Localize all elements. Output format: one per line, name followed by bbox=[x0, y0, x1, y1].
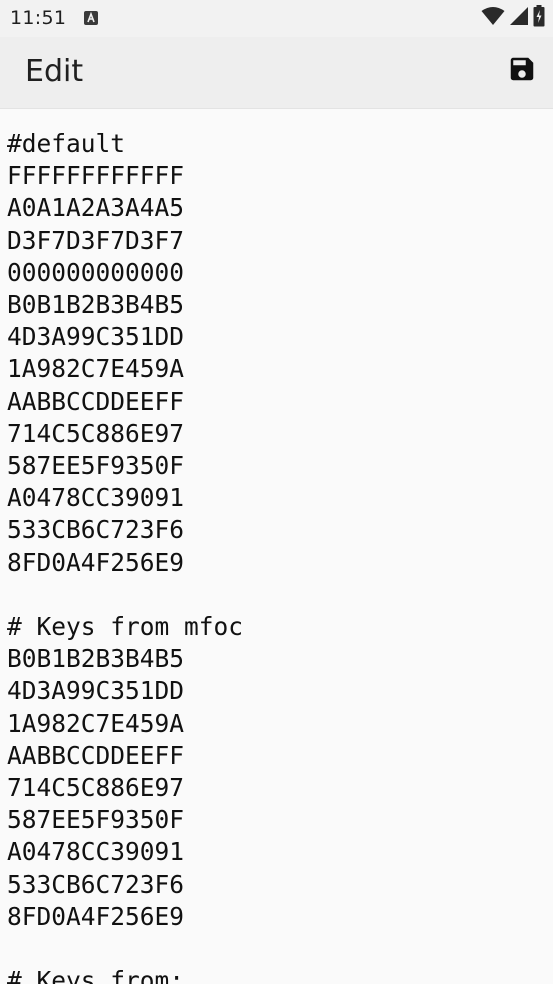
key-file-editor[interactable]: #default FFFFFFFFFFFF A0A1A2A3A4A5 D3F7D… bbox=[0, 109, 553, 984]
editor-line: AABBCCDDEEFF bbox=[7, 740, 185, 770]
editor-line: 8FD0A4F256E9 bbox=[7, 547, 185, 577]
app-bar: Edit bbox=[0, 37, 553, 109]
page-title: Edit bbox=[25, 54, 84, 89]
status-time: 11:51 bbox=[10, 7, 67, 29]
editor-line: #default bbox=[7, 129, 126, 158]
editor-line: 000000000000 bbox=[7, 257, 185, 287]
cell-signal-icon bbox=[509, 6, 529, 30]
editor-line: A0478CC39091 bbox=[7, 837, 185, 867]
editor-line: 8FD0A4F256E9 bbox=[7, 901, 185, 931]
save-icon bbox=[507, 54, 537, 89]
editor-line: 4D3A99C351DD bbox=[7, 322, 185, 352]
editor-line: 714C5C886E97 bbox=[7, 773, 185, 803]
wifi-icon bbox=[481, 6, 505, 30]
status-icons bbox=[481, 5, 545, 31]
editor-line: 714C5C886E97 bbox=[7, 418, 185, 448]
a-box-icon bbox=[84, 10, 98, 25]
editor-line: D3F7D3F7D3F7 bbox=[7, 225, 185, 255]
editor-line: 1A982C7E459A bbox=[7, 354, 185, 384]
editor-line: # Keys from mfoc bbox=[7, 612, 244, 642]
editor-line: 587EE5F9350F bbox=[7, 805, 185, 835]
status-bar: 11:51 bbox=[0, 0, 553, 37]
editor-line: AABBCCDDEEFF bbox=[7, 386, 185, 416]
editor-line: 4D3A99C351DD bbox=[7, 676, 185, 706]
battery-charging-icon bbox=[533, 5, 545, 31]
editor-line: A0A1A2A3A4A5 bbox=[7, 193, 185, 223]
editor-line: 1A982C7E459A bbox=[7, 708, 185, 738]
editor-line: # Keys from: bbox=[7, 966, 185, 984]
editor-line: 587EE5F9350F bbox=[7, 451, 185, 481]
editor-line: B0B1B2B3B4B5 bbox=[7, 290, 185, 320]
editor-line: 533CB6C723F6 bbox=[7, 515, 185, 545]
editor-line: 533CB6C723F6 bbox=[7, 869, 185, 899]
editor-line: B0B1B2B3B4B5 bbox=[7, 644, 185, 674]
editor-line: FFFFFFFFFFFF bbox=[7, 161, 185, 191]
save-button[interactable] bbox=[505, 54, 539, 88]
editor-text-area[interactable]: #default FFFFFFFFFFFF A0A1A2A3A4A5 D3F7D… bbox=[0, 109, 553, 984]
editor-line: A0478CC39091 bbox=[7, 483, 185, 513]
